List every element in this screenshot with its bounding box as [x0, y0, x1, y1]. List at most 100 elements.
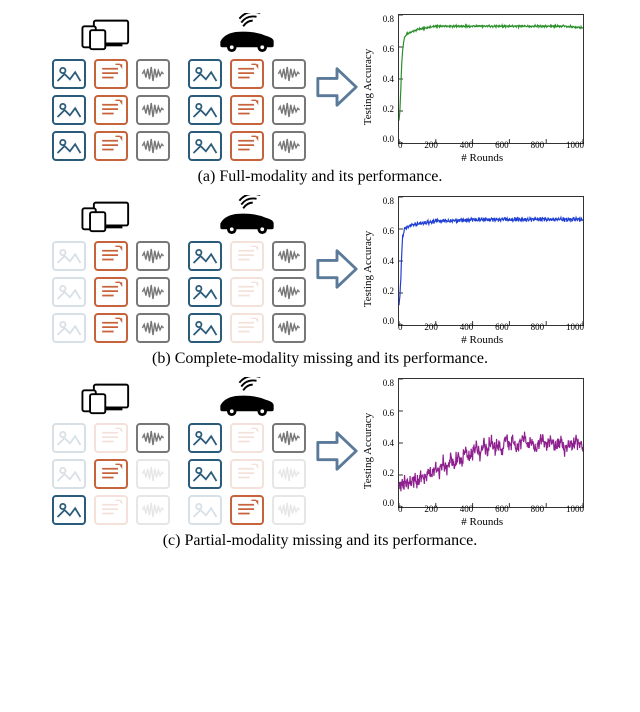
connected-car-icon — [207, 377, 287, 417]
chart-plot-area — [398, 196, 584, 326]
img-modality-icon — [52, 459, 86, 489]
txt-modality-icon — [230, 131, 264, 161]
xtick: 400 — [460, 140, 474, 150]
xtick: 200 — [424, 140, 438, 150]
img-modality-icon — [52, 241, 86, 271]
xtick: 1000 — [566, 322, 584, 332]
img-modality-icon — [52, 131, 86, 161]
xtick: 0 — [398, 504, 403, 514]
x-axis-label: # Rounds — [461, 334, 503, 346]
figure-panel: Testing Accuracy 0.80.60.40.20.0 0200400… — [8, 192, 632, 368]
figure-panel: Testing Accuracy 0.80.60.40.20.0 0200400… — [8, 10, 632, 186]
img-modality-icon — [188, 277, 222, 307]
aud-modality-icon — [272, 59, 306, 89]
txt-modality-icon — [230, 459, 264, 489]
img-modality-icon — [188, 313, 222, 343]
txt-modality-icon — [230, 495, 264, 525]
img-modality-icon — [188, 459, 222, 489]
txt-modality-icon — [94, 313, 128, 343]
arrow-icon — [314, 246, 360, 292]
aud-modality-icon — [272, 459, 306, 489]
img-modality-icon — [188, 59, 222, 89]
scenario-diagram — [52, 13, 306, 161]
ytick: 0.8 — [376, 14, 394, 24]
connected-car-icon — [207, 195, 287, 235]
ytick: 0.2 — [376, 286, 394, 296]
aud-modality-icon — [136, 495, 170, 525]
txt-modality-icon — [230, 95, 264, 125]
img-modality-icon — [52, 95, 86, 125]
xtick: 200 — [424, 504, 438, 514]
ytick: 0.6 — [376, 44, 394, 54]
client-block — [188, 195, 306, 343]
txt-modality-icon — [94, 423, 128, 453]
ytick: 0.4 — [376, 74, 394, 84]
xtick: 0 — [398, 322, 403, 332]
client-block — [188, 13, 306, 161]
txt-modality-icon — [94, 459, 128, 489]
aud-modality-icon — [136, 313, 170, 343]
modality-grid — [188, 59, 306, 161]
img-modality-icon — [52, 277, 86, 307]
y-axis-label: Testing Accuracy — [362, 413, 374, 490]
modality-grid — [188, 241, 306, 343]
scenario-diagram — [52, 195, 306, 343]
ytick: 0.8 — [376, 196, 394, 206]
aud-modality-icon — [136, 59, 170, 89]
xtick: 600 — [495, 140, 509, 150]
arrow-icon — [314, 64, 360, 110]
txt-modality-icon — [230, 59, 264, 89]
modality-grid — [52, 423, 170, 525]
client-block — [52, 195, 170, 343]
txt-modality-icon — [94, 131, 128, 161]
modality-grid — [52, 241, 170, 343]
txt-modality-icon — [94, 95, 128, 125]
y-axis-label: Testing Accuracy — [362, 231, 374, 308]
aud-modality-icon — [136, 131, 170, 161]
figure-panel: Testing Accuracy 0.80.60.40.20.0 0200400… — [8, 374, 632, 550]
aud-modality-icon — [136, 277, 170, 307]
img-modality-icon — [188, 241, 222, 271]
client-block — [52, 13, 170, 161]
xtick: 1000 — [566, 140, 584, 150]
connected-car-icon — [207, 13, 287, 53]
chart-plot-area — [398, 378, 584, 508]
xtick: 1000 — [566, 504, 584, 514]
aud-modality-icon — [272, 131, 306, 161]
aud-modality-icon — [272, 423, 306, 453]
modality-grid — [52, 59, 170, 161]
ytick: 0.0 — [376, 316, 394, 326]
panel-caption: (b) Complete-modality missing and its pe… — [152, 350, 488, 368]
txt-modality-icon — [94, 495, 128, 525]
aud-modality-icon — [136, 95, 170, 125]
y-axis-label: Testing Accuracy — [362, 49, 374, 126]
panel-caption: (c) Partial-modality missing and its per… — [163, 532, 478, 550]
chart-plot-area — [398, 14, 584, 144]
ytick: 0.0 — [376, 134, 394, 144]
devices-icon — [71, 195, 151, 235]
client-block — [188, 377, 306, 525]
panel-caption: (a) Full-modality and its performance. — [198, 168, 443, 186]
ytick: 0.6 — [376, 226, 394, 236]
xtick: 800 — [531, 322, 545, 332]
x-axis-label: # Rounds — [461, 152, 503, 164]
aud-modality-icon — [272, 277, 306, 307]
txt-modality-icon — [94, 241, 128, 271]
chart: Testing Accuracy 0.80.60.40.20.0 0200400… — [368, 192, 588, 346]
xtick: 400 — [460, 504, 474, 514]
chart: Testing Accuracy 0.80.60.40.20.0 0200400… — [368, 10, 588, 164]
img-modality-icon — [188, 423, 222, 453]
txt-modality-icon — [94, 59, 128, 89]
chart: Testing Accuracy 0.80.60.40.20.0 0200400… — [368, 374, 588, 528]
ytick: 0.6 — [376, 408, 394, 418]
xtick: 0 — [398, 140, 403, 150]
modality-grid — [188, 423, 306, 525]
ytick: 0.2 — [376, 468, 394, 478]
aud-modality-icon — [272, 241, 306, 271]
aud-modality-icon — [272, 495, 306, 525]
xtick: 200 — [424, 322, 438, 332]
x-axis-label: # Rounds — [461, 516, 503, 528]
devices-icon — [71, 377, 151, 417]
scenario-diagram — [52, 377, 306, 525]
xtick: 800 — [531, 140, 545, 150]
